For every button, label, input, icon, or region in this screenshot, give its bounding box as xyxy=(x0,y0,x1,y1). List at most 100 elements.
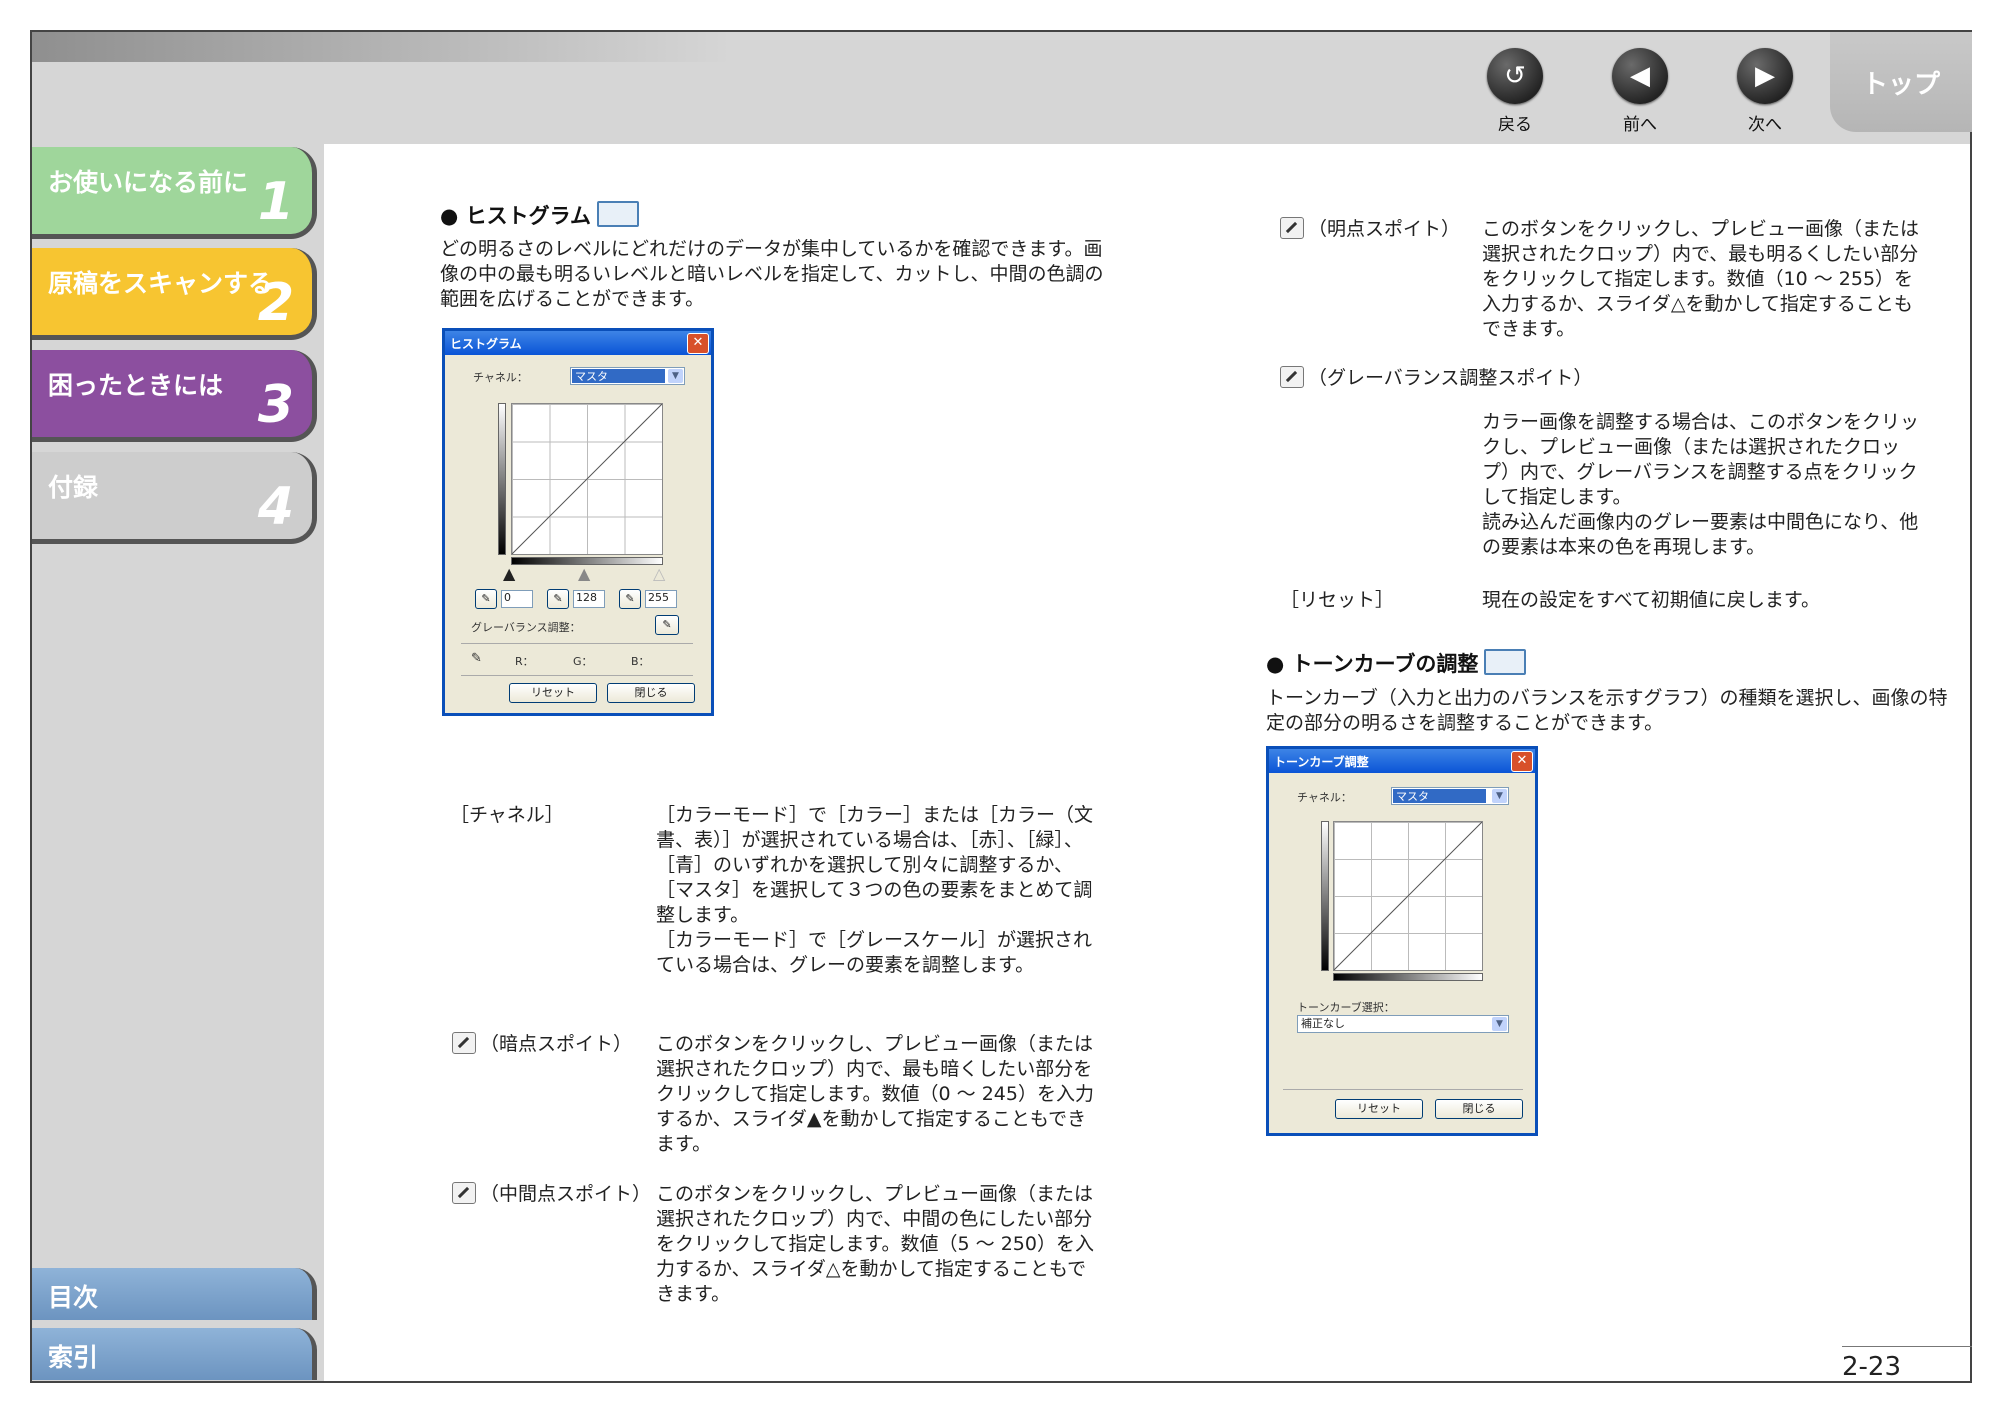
prev-label: 前へ xyxy=(1623,115,1657,135)
light-eyedropper-button[interactable]: ✎ xyxy=(619,589,641,609)
chapter-tab-4[interactable]: 付録 4 xyxy=(32,452,317,544)
mid-value-input[interactable]: 128 xyxy=(573,590,605,608)
eyedropper-icon xyxy=(1280,366,1304,388)
definition-text: 現在の設定をすべて初期値に戻します。 xyxy=(1482,589,1821,611)
light-slider-icon[interactable]: △ xyxy=(653,564,665,583)
dialog-caption: トーンカーブ調整 ✕ xyxy=(1269,749,1535,773)
channel-select[interactable]: マスタ ▼ xyxy=(1391,787,1509,805)
tonecurve-icon xyxy=(1484,649,1527,675)
definition-term: （グレーバランス調整スポイト） xyxy=(1280,366,1592,391)
back-icon: ↺ xyxy=(1487,48,1543,104)
dark-value-input[interactable]: 0 xyxy=(501,590,533,608)
b-label: B： xyxy=(631,655,650,668)
output-gradient xyxy=(1321,821,1329,971)
channel-value: マスタ xyxy=(572,369,665,383)
term-text: （グレーバランス調整スポイト） xyxy=(1308,367,1593,389)
definition-text: このボタンをクリックし、プレビュー画像（または選択されたクロップ）内で、最も暗く… xyxy=(656,1033,1094,1155)
histogram-graph xyxy=(511,403,663,555)
back-label: 戻る xyxy=(1498,115,1532,135)
top-button[interactable]: トップ xyxy=(1830,32,1972,132)
histogram-title: ● ヒストグラム xyxy=(440,204,592,228)
dialog-title: ヒストグラム xyxy=(450,337,522,351)
histogram-icon xyxy=(597,201,640,227)
definition-term: （中間点スポイト） xyxy=(452,1182,651,1207)
next-button[interactable]: ▶ 次へ xyxy=(1730,48,1800,135)
definition-text: このボタンをクリックし、プレビュー画像（または選択されたクロップ）内で、中間の色… xyxy=(656,1183,1094,1305)
tonecurve-dialog: トーンカーブ調整 ✕ チャネル： マスタ ▼ トーンカーブ選択： 補正なし ▼ リ… xyxy=(1266,746,1538,1136)
light-value-input[interactable]: 255 xyxy=(645,590,677,608)
gray-balance-label: グレーバランス調整： xyxy=(471,621,581,634)
curve-line xyxy=(1334,822,1482,970)
chapter-tab-2[interactable]: 原稿をスキャンする 2 xyxy=(32,248,317,340)
chapter-title: 困ったときには xyxy=(48,371,224,400)
eyedropper-icon xyxy=(1280,217,1304,239)
eyedropper-icon: ✎ xyxy=(471,651,482,666)
page-number-rule xyxy=(1842,1346,1972,1347)
chevron-down-icon: ▼ xyxy=(1492,1017,1507,1031)
histogram-heading: ● ヒストグラム xyxy=(440,200,640,230)
channel-value: マスタ xyxy=(1393,789,1486,803)
term-text: （中間点スポイト） xyxy=(480,1183,652,1205)
definition-body-2: ［カラーモード］で［グレースケール］が選択されている場合は、グレーの要素を調整し… xyxy=(656,929,1093,976)
definition-term: ［リセット］ xyxy=(1280,588,1394,613)
definition-body: カラー画像を調整する場合は、このボタンをクリックし、プレビュー画像（または選択さ… xyxy=(1482,411,1920,508)
back-button[interactable]: ↺ 戻る xyxy=(1480,48,1550,135)
divider xyxy=(461,643,693,644)
curve-select-value: 補正なし xyxy=(1301,1017,1345,1030)
curve-select-label: トーンカーブ選択： xyxy=(1297,1001,1395,1014)
close-icon[interactable]: ✕ xyxy=(687,333,709,354)
tonecurve-title: ● トーンカーブの調整 xyxy=(1266,652,1479,676)
light-value: 255 xyxy=(648,591,669,604)
term-text: ［チャネル］ xyxy=(450,804,564,826)
close-button[interactable]: 閉じる xyxy=(607,683,695,703)
definition-text: このボタンをクリックし、プレビュー画像（または選択されたクロップ）内で、最も明る… xyxy=(1482,218,1920,340)
input-gradient xyxy=(1333,973,1483,981)
index-button[interactable]: 索引 xyxy=(32,1328,317,1380)
toc-label: 目次 xyxy=(48,1283,99,1312)
gray-eyedropper-button[interactable]: ✎ xyxy=(655,615,679,635)
channel-label: チャネル： xyxy=(473,371,528,384)
mid-value: 128 xyxy=(576,591,597,604)
index-label: 索引 xyxy=(48,1343,99,1372)
definition-term: （明点スポイト） xyxy=(1280,217,1460,242)
tonecurve-graph[interactable] xyxy=(1333,821,1483,971)
reset-button[interactable]: リセット xyxy=(509,683,597,703)
definition-term: （暗点スポイト） xyxy=(452,1032,632,1057)
tonecurve-intro: トーンカーブ（入力と出力のバランスを示すグラフ）の種類を選択し、画像の特定の部分… xyxy=(1266,687,1948,734)
dialog-caption: ヒストグラム ✕ xyxy=(445,331,711,355)
diagonal-line xyxy=(512,404,662,554)
definition-term: ［チャネル］ xyxy=(450,803,564,828)
close-button[interactable]: 閉じる xyxy=(1435,1099,1523,1119)
next-label: 次へ xyxy=(1748,115,1782,135)
chapter-number: 2 xyxy=(257,273,294,333)
toc-button[interactable]: 目次 xyxy=(32,1268,317,1320)
mid-slider-icon[interactable]: ▲ xyxy=(578,564,590,583)
chapter-tab-1[interactable]: お使いになる前に 1 xyxy=(32,147,317,239)
close-icon[interactable]: ✕ xyxy=(1511,751,1533,772)
channel-select[interactable]: マスタ ▼ xyxy=(570,367,685,385)
chevron-down-icon: ▼ xyxy=(668,369,683,383)
mid-eyedropper-button[interactable]: ✎ xyxy=(547,589,569,609)
definition-text: ［カラーモード］で［カラー］または［カラー（文書、表）］が選択されている場合は、… xyxy=(656,803,1096,978)
definition-text: カラー画像を調整する場合は、このボタンをクリックし、プレビュー画像（または選択さ… xyxy=(1482,410,1926,560)
histogram-intro: どの明るさのレベルにどれだけのデータが集中しているかを確認できます。画像の中の最… xyxy=(440,238,1104,310)
chapter-tab-3[interactable]: 困ったときには 3 xyxy=(32,350,317,442)
dark-eyedropper-button[interactable]: ✎ xyxy=(475,589,497,609)
chapter-title: お使いになる前に xyxy=(48,168,249,197)
chevron-down-icon: ▼ xyxy=(1492,789,1507,803)
term-text: （明点スポイト） xyxy=(1308,218,1461,240)
eyedropper-icon xyxy=(452,1032,476,1054)
term-text: ［リセット］ xyxy=(1280,589,1395,611)
channel-label: チャネル： xyxy=(1297,791,1352,804)
prev-button[interactable]: ◀ 前へ xyxy=(1605,48,1675,135)
r-label: R： xyxy=(515,655,534,668)
dark-slider-icon[interactable]: ▲ xyxy=(503,564,515,583)
dialog-title: トーンカーブ調整 xyxy=(1274,755,1369,769)
dark-value: 0 xyxy=(504,591,511,604)
term-text: （暗点スポイト） xyxy=(480,1033,633,1055)
reset-button[interactable]: リセット xyxy=(1335,1099,1423,1119)
chapter-title: 原稿をスキャンする xyxy=(48,269,274,298)
chapter-number: 3 xyxy=(257,375,294,435)
curve-select[interactable]: 補正なし ▼ xyxy=(1297,1015,1509,1033)
divider xyxy=(461,675,693,676)
